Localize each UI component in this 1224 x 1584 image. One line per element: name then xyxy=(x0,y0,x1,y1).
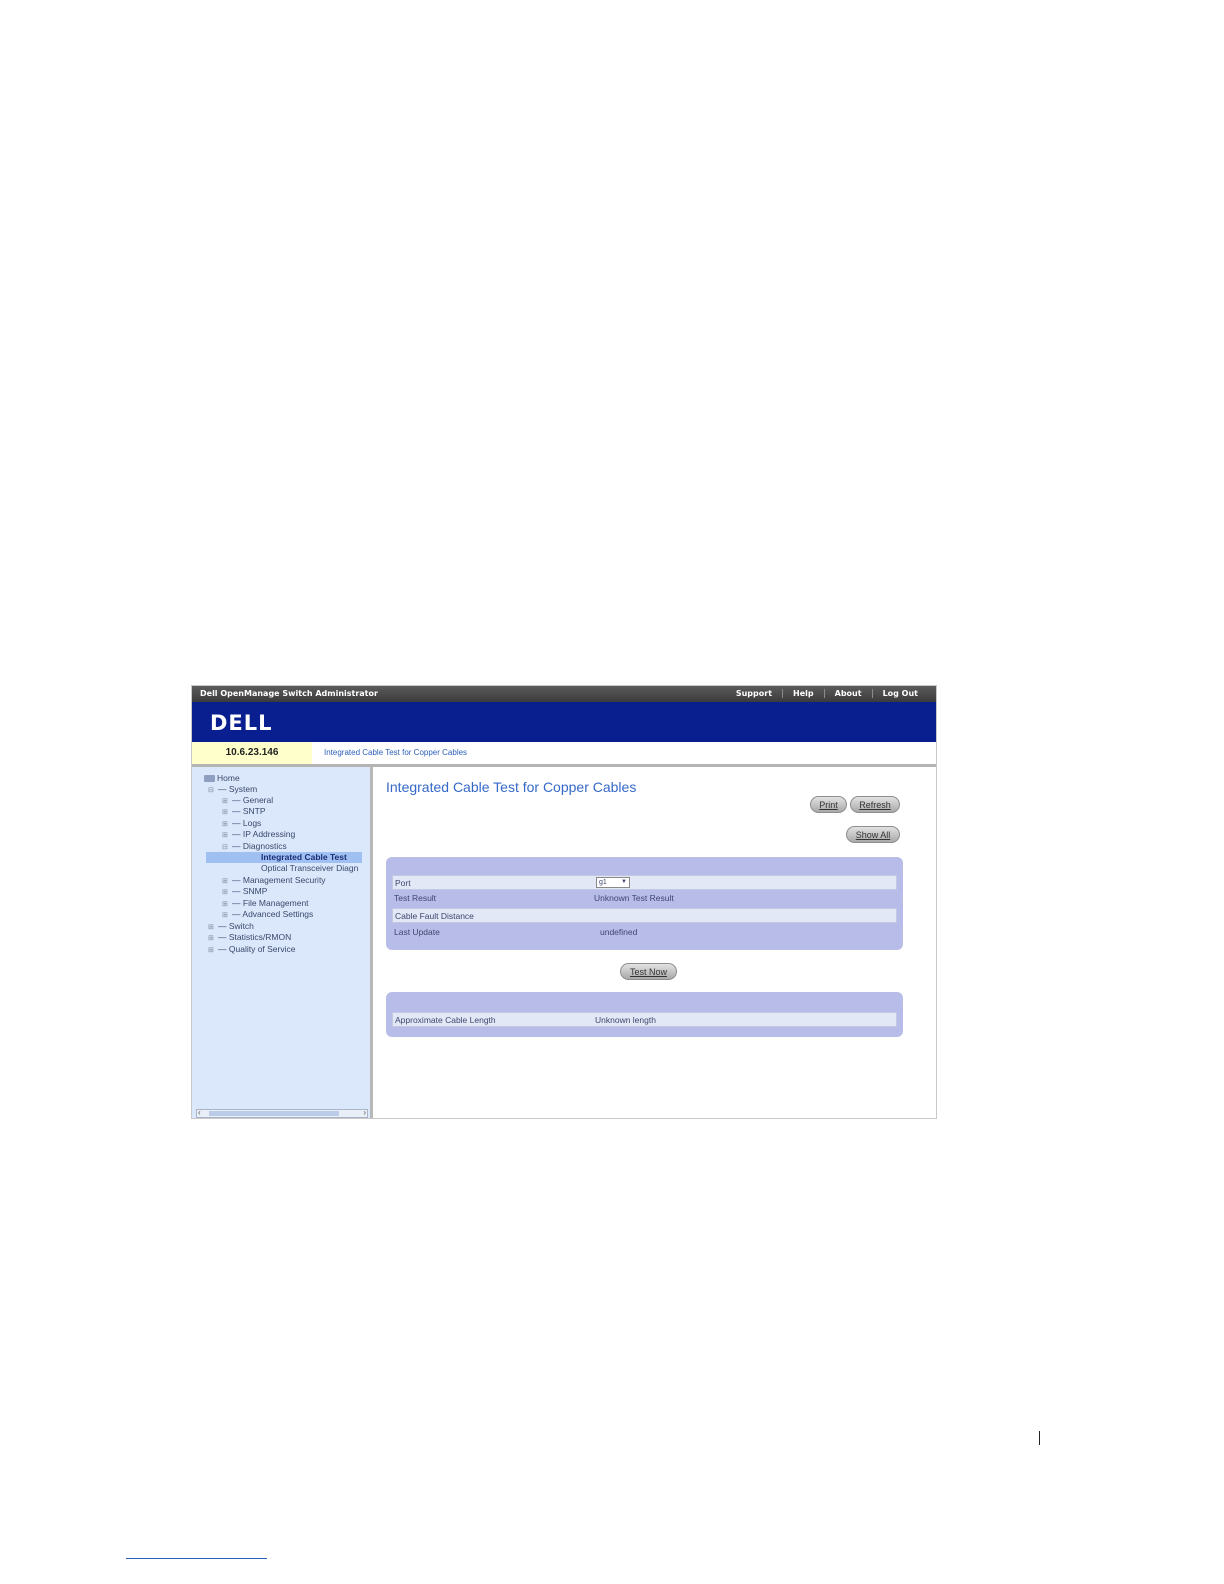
last-update-value: undefined xyxy=(600,927,638,937)
print-button[interactable]: Print xyxy=(810,796,847,813)
test-result-row: Test Result Unknown Test Result xyxy=(392,891,897,906)
collapse-icon[interactable]: ⊟ xyxy=(208,785,218,796)
expand-icon[interactable]: ⊞ xyxy=(222,910,232,921)
screenshot-window: Dell OpenManage Switch Administrator Sup… xyxy=(191,685,937,1119)
tree-item-general[interactable]: ⊞ — General xyxy=(222,795,273,806)
title-bar: Dell OpenManage Switch Administrator Sup… xyxy=(192,686,936,702)
support-link[interactable]: Support xyxy=(726,689,782,698)
app-title: Dell OpenManage Switch Administrator xyxy=(200,689,378,698)
expand-icon[interactable]: ⊞ xyxy=(222,887,232,898)
cable-test-panel: Port g1 ▼ Test Result Unknown Test Resul… xyxy=(386,857,903,950)
address-bar: 10.6.23.146 Integrated Cable Test for Co… xyxy=(192,742,936,767)
tree-item-logs[interactable]: ⊞ — Logs xyxy=(222,818,261,829)
tree-item-optical-transceiver[interactable]: Optical Transceiver Diagn xyxy=(261,863,358,874)
cable-length-panel: Approximate Cable Length Unknown length xyxy=(386,992,903,1037)
expand-icon[interactable]: ⊞ xyxy=(208,945,218,956)
page-title: Integrated Cable Test for Copper Cables xyxy=(386,779,637,795)
tree-item-statistics-rmon[interactable]: ⊞ — Statistics/RMON xyxy=(208,932,291,943)
last-update-row: Last Update undefined xyxy=(392,925,897,940)
dell-logo: DELL xyxy=(210,711,273,735)
tree-item-switch[interactable]: ⊞ — Switch xyxy=(208,921,254,932)
tree-item-sntp[interactable]: ⊞ — SNTP xyxy=(222,806,266,817)
scroll-right-icon[interactable]: › xyxy=(363,1108,366,1117)
port-select[interactable]: g1 ▼ xyxy=(596,877,630,888)
navigation-tree: Home ⊟ — System ⊞ — General ⊞ — SNTP ⊞ — Log… xyxy=(192,767,373,1118)
margin-bar xyxy=(1039,1431,1040,1445)
top-links: Support Help About Log Out xyxy=(726,689,928,698)
refresh-button[interactable]: Refresh xyxy=(850,796,900,813)
device-ip: 10.6.23.146 xyxy=(192,742,312,764)
cable-length-value: Unknown length xyxy=(595,1015,656,1025)
brand-banner: DELL xyxy=(192,702,936,742)
tree-item-system[interactable]: ⊟ — System xyxy=(208,784,257,795)
scroll-left-icon[interactable]: ‹ xyxy=(198,1108,201,1117)
footer-rule xyxy=(126,1558,267,1559)
tree-item-advanced-settings[interactable]: ⊞ — Advanced Settings xyxy=(222,909,313,920)
content-area: Integrated Cable Test for Copper Cables … xyxy=(373,767,936,1118)
about-link[interactable]: About xyxy=(823,689,872,698)
tree-item-diagnostics[interactable]: ⊟ — Diagnostics xyxy=(222,841,287,852)
folder-icon xyxy=(204,775,215,783)
show-all-button[interactable]: Show All xyxy=(846,826,900,843)
tree-item-quality-of-service[interactable]: ⊞ — Quality of Service xyxy=(208,944,296,955)
expand-icon[interactable]: ⊞ xyxy=(222,807,232,818)
chevron-down-icon: ▼ xyxy=(621,879,627,885)
cable-fault-row: Cable Fault Distance xyxy=(392,908,897,923)
sidebar-scrollbar[interactable]: ‹ › xyxy=(196,1108,368,1118)
tree-item-snmp[interactable]: ⊞ — SNMP xyxy=(222,886,267,897)
test-now-button[interactable]: Test Now xyxy=(620,963,677,980)
breadcrumb[interactable]: Integrated Cable Test for Copper Cables xyxy=(324,748,467,757)
expand-icon[interactable]: ⊞ xyxy=(208,933,218,944)
tree-item-ip-addressing[interactable]: ⊞ — IP Addressing xyxy=(222,829,295,840)
scrollbar-thumb[interactable] xyxy=(209,1111,339,1116)
tree-item-management-security[interactable]: ⊞ — Management Security xyxy=(222,875,326,886)
tree-item-home[interactable]: Home xyxy=(204,773,240,784)
tree-item-integrated-cable-test[interactable]: Integrated Cable Test xyxy=(206,852,362,863)
test-result-value: Unknown Test Result xyxy=(594,893,674,903)
cable-length-row: Approximate Cable Length Unknown length xyxy=(392,1012,897,1027)
log-out-link[interactable]: Log Out xyxy=(871,689,928,698)
port-label: Port xyxy=(395,878,411,888)
expand-icon[interactable]: ⊞ xyxy=(222,830,232,841)
port-row: Port g1 ▼ xyxy=(392,875,897,890)
help-link[interactable]: Help xyxy=(782,689,824,698)
tree-item-file-management[interactable]: ⊞ — File Management xyxy=(222,898,309,909)
